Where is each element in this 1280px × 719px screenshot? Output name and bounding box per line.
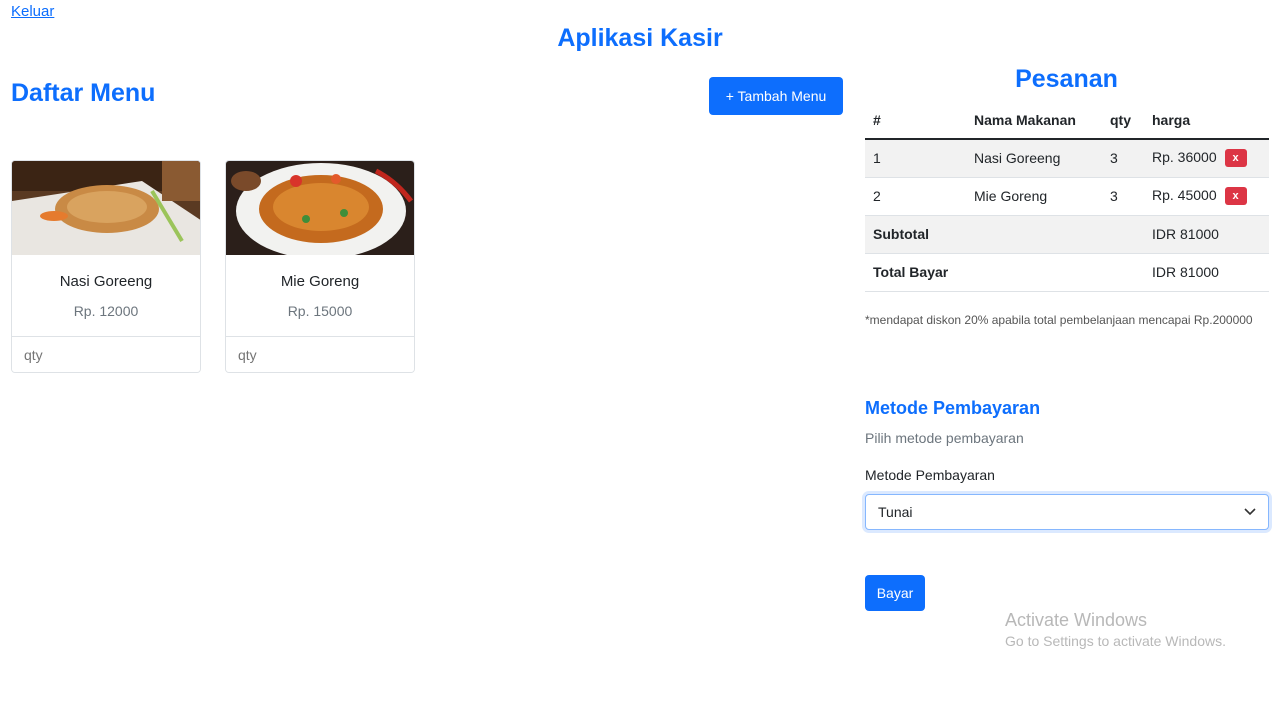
menu-item-price: Rp. 12000 bbox=[73, 303, 139, 319]
row-number: 1 bbox=[865, 139, 966, 178]
menu-image bbox=[226, 161, 414, 255]
menu-title: Daftar Menu bbox=[11, 79, 156, 107]
column-header: # bbox=[865, 101, 966, 140]
payment-subtitle: Pilih metode pembayaran bbox=[865, 430, 1024, 446]
column-header: Nama Makanan bbox=[966, 101, 1102, 140]
subtotal-row: Subtotal IDR 81000 bbox=[865, 215, 1269, 254]
qty-input[interactable] bbox=[226, 337, 414, 372]
total-label: Total Bayar bbox=[865, 253, 1144, 292]
table-row: 1 Nasi Goreeng 3 Rp. 36000 x bbox=[865, 139, 1269, 178]
qty-input[interactable] bbox=[12, 337, 200, 372]
column-header: harga bbox=[1144, 101, 1269, 140]
row-price: Rp. 45000 bbox=[1152, 186, 1217, 203]
subtotal-label: Subtotal bbox=[865, 215, 1144, 254]
delete-item-button[interactable]: x bbox=[1224, 187, 1247, 206]
menu-item-name: Nasi Goreeng bbox=[59, 273, 153, 290]
logout-link[interactable]: Keluar bbox=[11, 3, 54, 20]
total-row: Total Bayar IDR 81000 bbox=[865, 253, 1269, 292]
total-value: IDR 81000 bbox=[1144, 253, 1269, 292]
menu-card-nasi-goreng: Nasi Goreeng Rp. 12000 + bbox=[11, 160, 201, 373]
pay-button[interactable]: Bayar bbox=[865, 575, 925, 611]
row-name: Nasi Goreeng bbox=[966, 139, 1102, 178]
row-qty: 3 bbox=[1102, 177, 1144, 216]
menu-image bbox=[12, 161, 200, 255]
row-qty: 3 bbox=[1102, 139, 1144, 178]
menu-card-mie-goreng: Mie Goreng Rp. 15000 + bbox=[225, 160, 415, 373]
payment-title: Metode Pembayaran bbox=[865, 398, 1041, 418]
row-price-cell: Rp. 45000 x bbox=[1144, 177, 1269, 216]
add-menu-button[interactable]: + Tambah Menu bbox=[709, 77, 843, 115]
column-header: qty bbox=[1102, 101, 1144, 140]
subtotal-value: IDR 81000 bbox=[1144, 215, 1269, 254]
order-title: Pesanan bbox=[1015, 65, 1118, 93]
payment-method-select[interactable]: Tunai bbox=[865, 494, 1269, 530]
watermark-line1: Activate Windows bbox=[1005, 610, 1148, 630]
app-title: Aplikasi Kasir bbox=[557, 24, 723, 52]
payment-selected-value: Tunai bbox=[878, 504, 913, 520]
row-number: 2 bbox=[865, 177, 966, 216]
order-table: # Nama Makanan qty harga 1 Nasi Goreeng … bbox=[865, 101, 1269, 292]
payment-label: Metode Pembayaran bbox=[865, 467, 995, 483]
row-price-cell: Rp. 36000 x bbox=[1144, 139, 1269, 178]
row-name: Mie Goreng bbox=[966, 177, 1102, 216]
watermark-line2: Go to Settings to activate Windows. bbox=[1005, 633, 1226, 649]
menu-item-price: Rp. 15000 bbox=[287, 303, 353, 319]
row-price: Rp. 36000 bbox=[1152, 149, 1217, 166]
delete-item-button[interactable]: x bbox=[1224, 149, 1247, 168]
chevron-down-icon bbox=[1244, 505, 1256, 519]
discount-note: *mendapat diskon 20% apabila total pembe… bbox=[865, 313, 1253, 327]
activate-windows-watermark: Activate Windows Go to Settings to activ… bbox=[1005, 610, 1226, 649]
table-row: 2 Mie Goreng 3 Rp. 45000 x bbox=[865, 177, 1269, 216]
menu-item-name: Mie Goreng bbox=[280, 273, 360, 290]
